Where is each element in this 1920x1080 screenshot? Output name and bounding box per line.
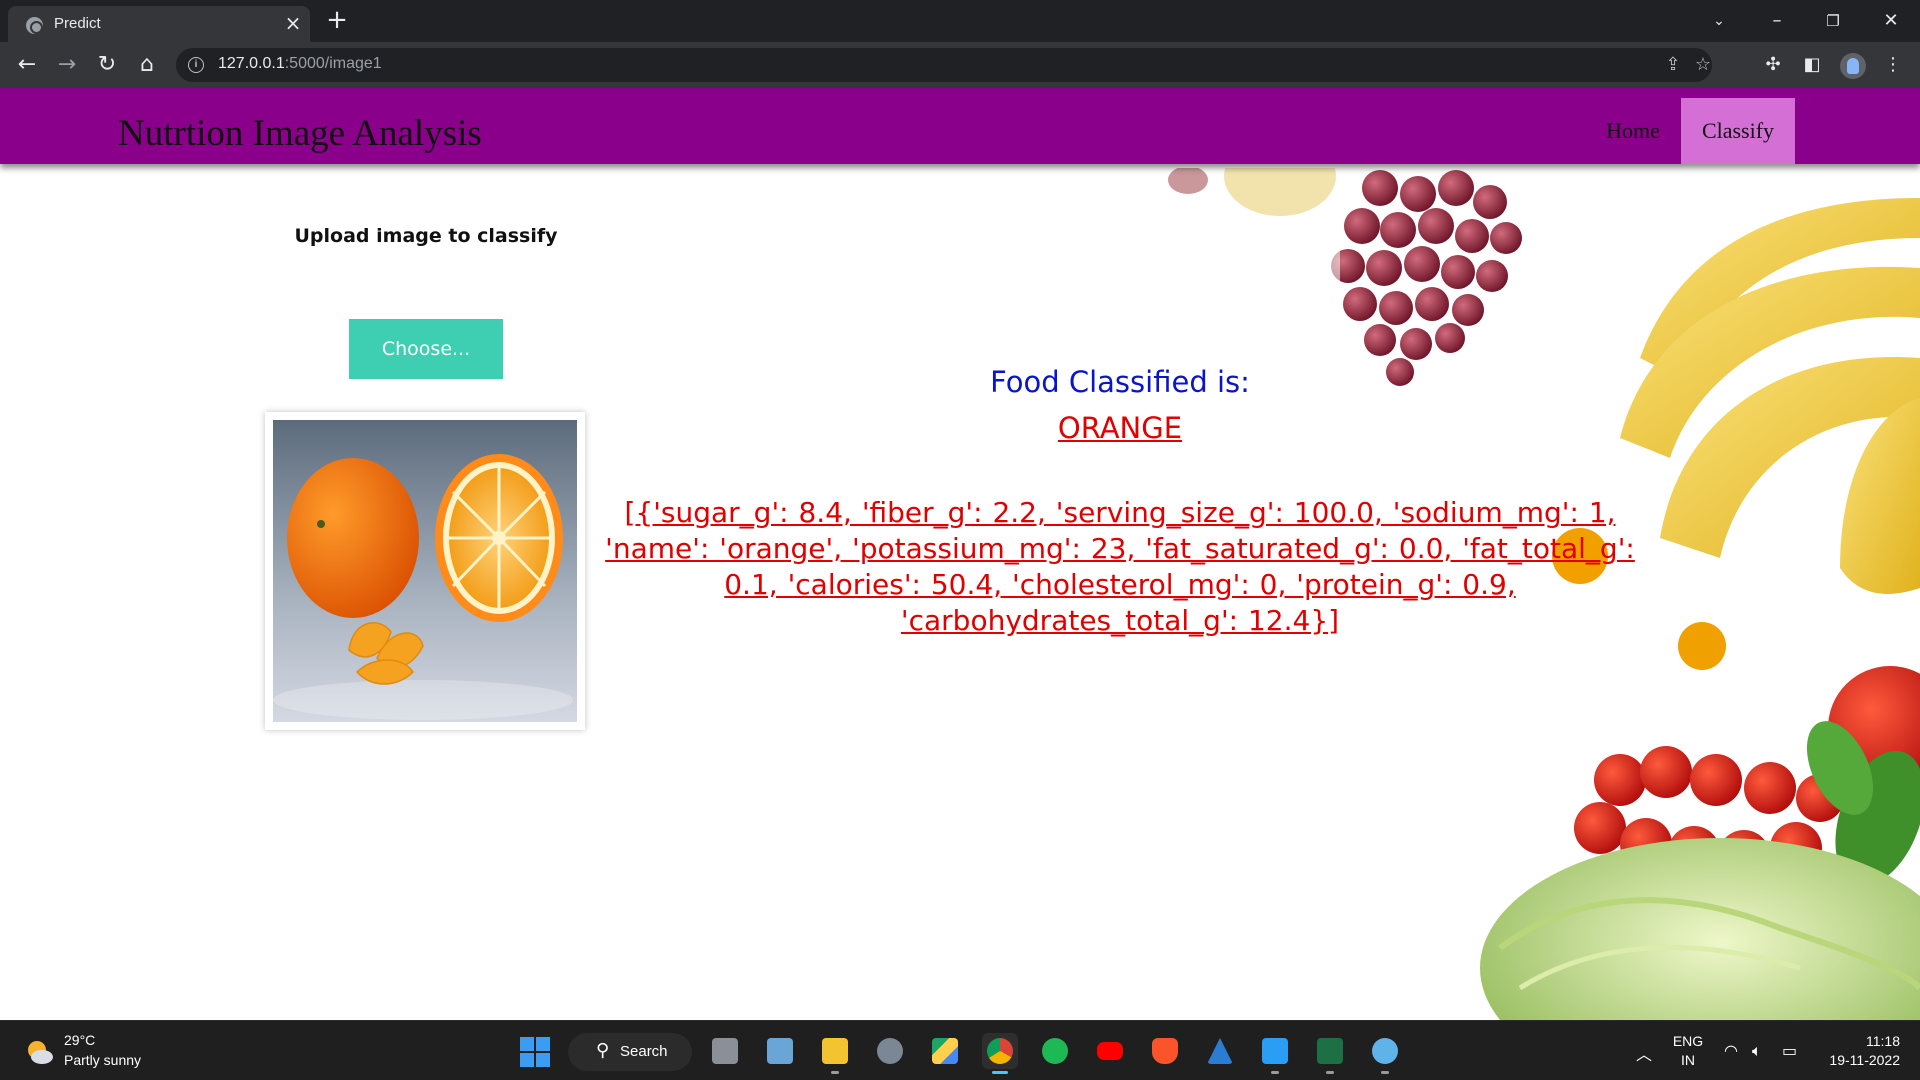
address-bar[interactable]: i 127.0.0.1:5000/image1 ⇪ ☆ (176, 48, 1712, 82)
search-icon: ⚲ (596, 1040, 610, 1061)
result-title: Food Classified is: (990, 365, 1250, 399)
plus-icon[interactable]: + (323, 6, 351, 34)
info-icon[interactable]: i (188, 57, 204, 73)
file-explorer-icon[interactable] (817, 1033, 853, 1074)
site-navbar: Nutrtion Image Analysis Home Classify (0, 88, 1920, 164)
taskbar-search[interactable]: ⚲ Search (568, 1033, 692, 1071)
os-taskbar: 29°C Partly sunny ⚲ Search ︿ ENG IN ◠ 🔈︎… (0, 1020, 1920, 1080)
vscode-app-icon[interactable] (1257, 1033, 1293, 1074)
close-icon[interactable]: × (282, 12, 304, 34)
upload-label: Upload image to classify (294, 225, 558, 247)
volume-icon[interactable]: 🔈︎ (1752, 1041, 1762, 1061)
nav-classify-link[interactable]: Classify (1681, 98, 1795, 164)
spotify-app-icon[interactable] (1037, 1033, 1073, 1069)
task-view-icon[interactable] (707, 1033, 743, 1069)
windows-start-icon[interactable] (520, 1037, 550, 1067)
youtube-app-icon[interactable] (1092, 1033, 1128, 1069)
weather-temperature[interactable]: 29°C (64, 1032, 95, 1048)
web-page: Nutrtion Image Analysis Home Classify Up… (0, 88, 1920, 1020)
clock-date[interactable]: 19-11-2022 (1820, 1052, 1900, 1068)
language-code[interactable]: ENG (1672, 1033, 1704, 1049)
sidepanel-icon[interactable]: ◧ (1799, 52, 1825, 78)
tab-title: Predict (54, 15, 101, 32)
nav-home-link[interactable]: Home (1592, 98, 1674, 164)
battery-icon[interactable]: ▭ (1782, 1041, 1797, 1060)
weather-description[interactable]: Partly sunny (64, 1052, 141, 1068)
orange-photo (273, 420, 577, 722)
excel-app-icon[interactable] (1312, 1033, 1348, 1074)
home-icon[interactable]: ⌂ (132, 50, 162, 80)
close-window-icon[interactable]: ✕ (1868, 4, 1914, 38)
azure-app-icon[interactable] (1202, 1033, 1238, 1069)
partly-sunny-icon[interactable] (24, 1037, 54, 1067)
uploaded-image-preview (265, 412, 585, 730)
back-icon[interactable]: ← (12, 50, 42, 80)
nutrition-info-link[interactable]: [{'sugar_g': 8.4, 'fiber_g': 2.2, 'servi… (590, 495, 1650, 639)
reload-icon[interactable]: ↻ (92, 50, 122, 80)
choose-file-button[interactable]: Choose... (349, 319, 503, 379)
classified-food-link[interactable]: ORANGE (800, 411, 1440, 445)
star-icon[interactable]: ☆ (1692, 54, 1714, 76)
forward-icon[interactable]: → (52, 50, 82, 80)
browser-toolbar: ← → ↻ ⌂ i 127.0.0.1:5000/image1 ⇪ ☆ ✣ ◧ … (0, 42, 1920, 88)
chevron-down-icon[interactable]: ⌄ (1696, 4, 1742, 38)
globe-icon (26, 17, 43, 34)
clock-time[interactable]: 11:18 (1820, 1033, 1900, 1049)
paint-app-icon[interactable] (1367, 1033, 1403, 1074)
restore-icon[interactable]: ❐ (1810, 4, 1856, 38)
url-text[interactable]: 127.0.0.1:5000/image1 (218, 55, 382, 73)
chrome-app-icon[interactable] (982, 1033, 1018, 1074)
profile-avatar[interactable] (1840, 53, 1866, 79)
language-region[interactable]: IN (1672, 1052, 1704, 1068)
wifi-icon[interactable]: ◠ (1724, 1041, 1738, 1060)
brave-app-icon[interactable] (1147, 1033, 1183, 1069)
browser-tab-bar: Predict × + ⌄ – ❐ ✕ (0, 0, 1920, 42)
kebab-menu-icon[interactable]: ⋮ (1880, 52, 1906, 78)
minimize-icon[interactable]: – (1754, 4, 1800, 38)
share-icon[interactable]: ⇪ (1662, 54, 1684, 76)
extensions-icon[interactable]: ✣ (1760, 52, 1786, 78)
browser-tab[interactable]: Predict × (8, 6, 310, 42)
photos-app-icon[interactable] (762, 1033, 798, 1069)
settings-app-icon[interactable] (872, 1033, 908, 1069)
site-brand[interactable]: Nutrtion Image Analysis (118, 112, 482, 155)
taskbar-search-label: Search (620, 1043, 668, 1060)
google-drive-icon[interactable] (927, 1033, 963, 1069)
chevron-up-icon[interactable]: ︿ (1636, 1041, 1652, 1065)
